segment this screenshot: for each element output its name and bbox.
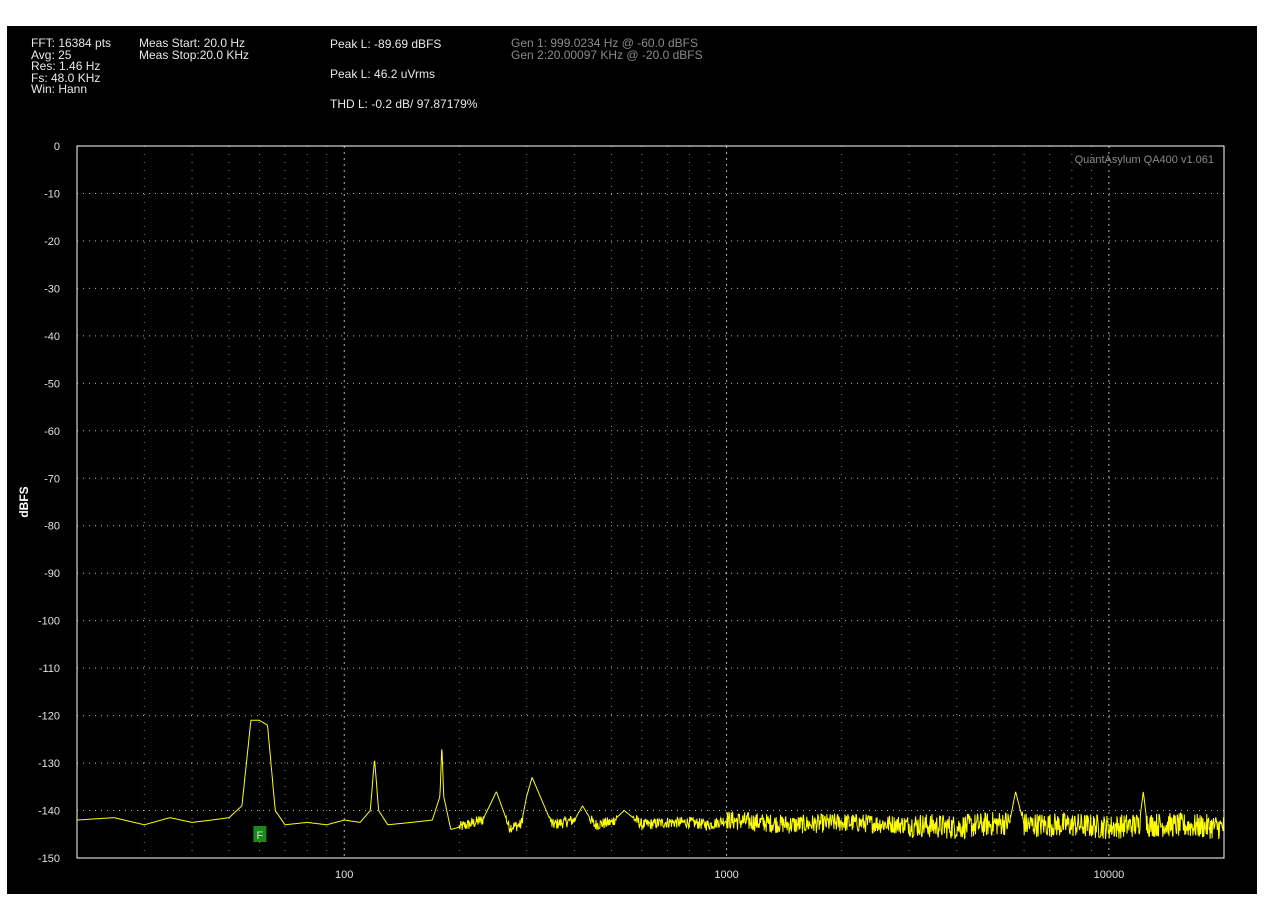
y-tick-label: -90 (44, 568, 60, 580)
y-tick-label: -130 (38, 758, 60, 770)
y-tick-label: -30 (44, 283, 60, 295)
fundamental-marker[interactable]: F (253, 826, 267, 842)
y-tick-label: -60 (44, 426, 60, 438)
y-axis-ticks: 0 -10 -20 -30 -40 -50 -60 -70 -80 -90 -100 -110 -120… (38, 141, 60, 865)
spectrum-trace-group (77, 719, 1225, 840)
y-axis-label: dBFS (17, 486, 31, 517)
x-axis-ticks: 100 1000 10000 (335, 869, 1124, 881)
x-tick-label: 10000 (1094, 869, 1125, 881)
y-tick-label: -80 (44, 521, 60, 533)
x-tick-label: 1000 (714, 869, 738, 881)
spectrum-trace (77, 719, 1225, 840)
y-tick-label: -10 (44, 188, 60, 200)
y-tick-label: -20 (44, 236, 60, 248)
y-tick-label: -50 (44, 378, 60, 390)
y-tick-label: 0 (54, 141, 60, 153)
y-tick-label: -40 (44, 331, 60, 343)
y-tick-label: -100 (38, 616, 60, 628)
plot-border (76, 145, 1225, 859)
analyzer-window: FFT: 16384 pts Avg: 25 Res: 1.46 Hz Fs: … (7, 26, 1257, 894)
y-tick-label: -120 (38, 711, 60, 723)
y-tick-label: -110 (39, 663, 60, 675)
spectrum-chart: 0 -10 -20 -30 -40 -50 -60 -70 -80 -90 -100 -110 -120… (17, 141, 1225, 881)
x-tick-label: 100 (335, 869, 353, 881)
version-watermark: QuantAsylum QA400 v1.061 (1075, 154, 1214, 166)
y-tick-label: -70 (44, 473, 60, 485)
y-tick-label: -150 (38, 853, 60, 865)
grid-lines (77, 146, 1224, 858)
y-tick-label: -140 (38, 806, 60, 818)
marker-label: F (257, 830, 264, 842)
